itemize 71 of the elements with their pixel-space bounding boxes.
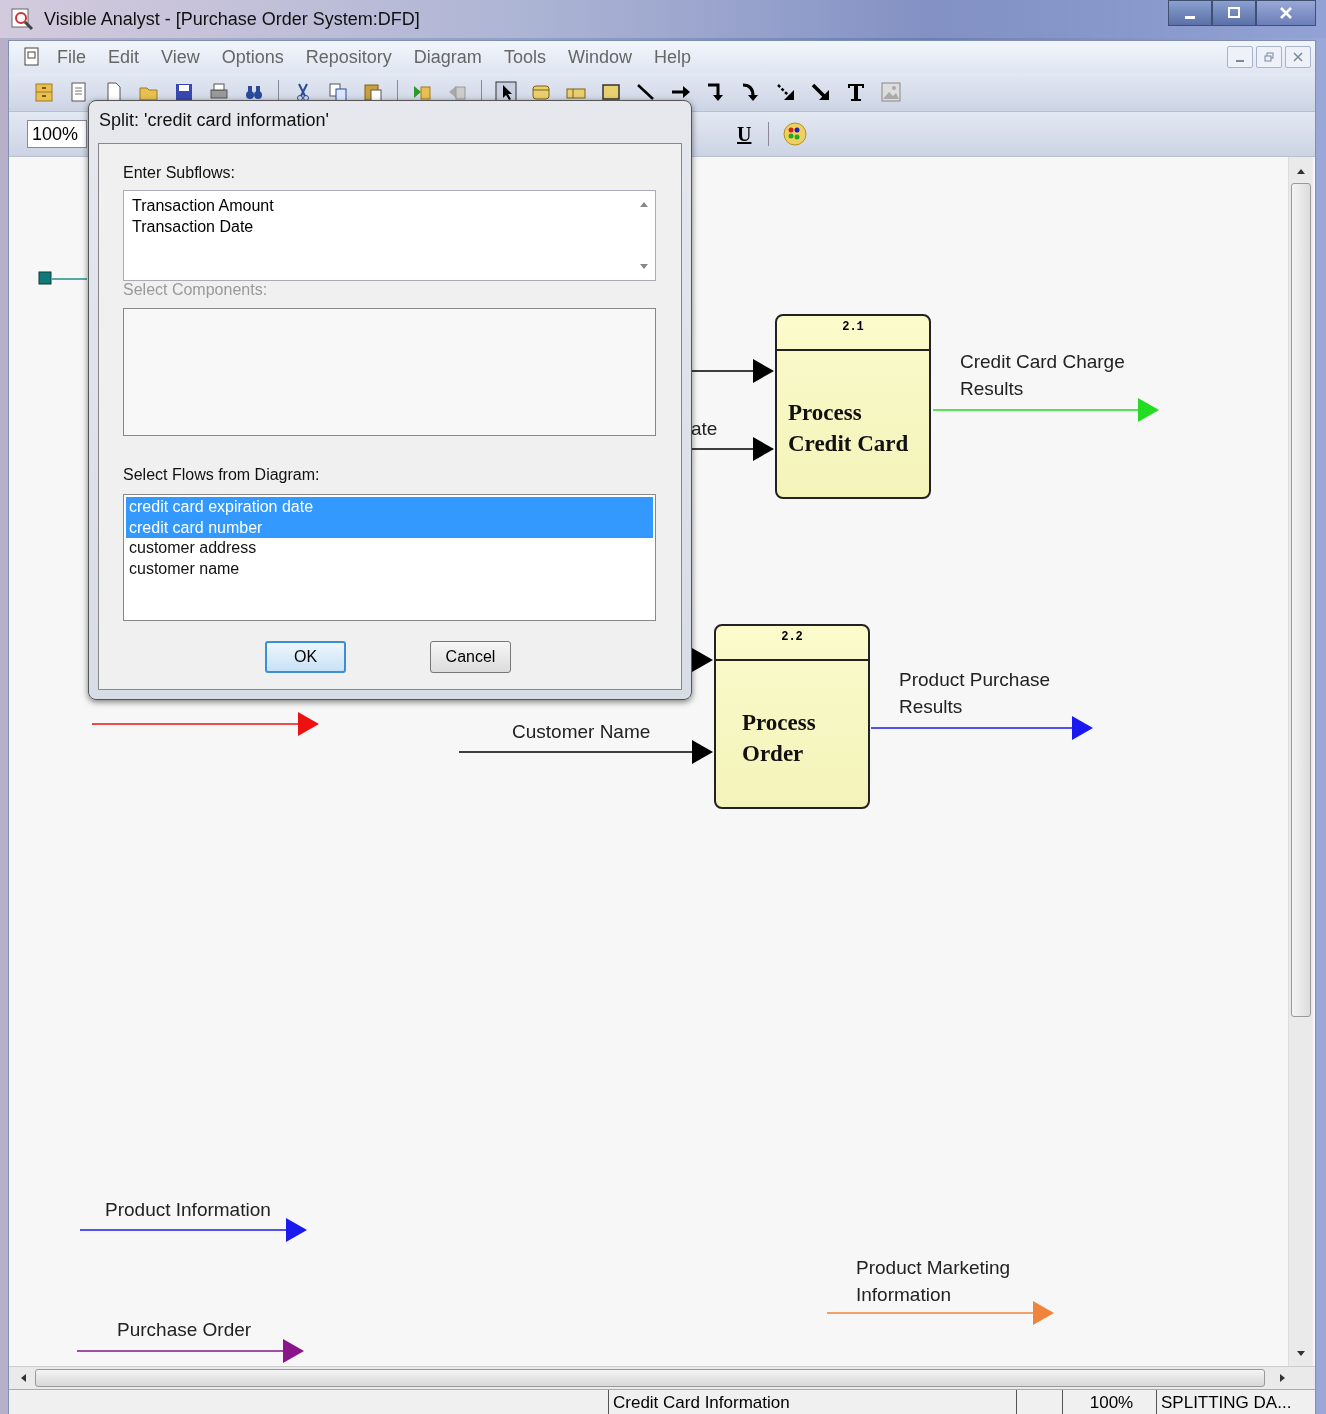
connector-stub-drawing <box>38 271 88 285</box>
scroll-left-icon <box>19 1373 27 1383</box>
scroll-up-icon <box>1296 167 1306 175</box>
list-item[interactable]: customer address <box>126 538 653 559</box>
subflows-field[interactable]: Transaction Amount Transaction Date <box>123 190 656 281</box>
menu-item[interactable]: Repository <box>305 46 392 68</box>
scroll-down-icon <box>1296 1350 1306 1358</box>
text-tool-icon[interactable] <box>845 81 867 103</box>
menu-item[interactable]: Diagram <box>413 46 482 68</box>
menu-item[interactable]: Options <box>221 46 284 68</box>
scroll-up-icon <box>639 201 649 208</box>
flow-label: Credit Card Charge Results <box>960 350 1126 401</box>
cancel-button[interactable]: Cancel <box>430 641 511 673</box>
palette-icon[interactable] <box>782 121 809 147</box>
scroll-right-icon <box>1279 1373 1287 1383</box>
cabinet-icon[interactable] <box>33 81 55 103</box>
document-icon[interactable] <box>23 47 41 67</box>
entity-icon[interactable] <box>600 81 622 103</box>
dashed-arrow-icon[interactable] <box>775 81 797 103</box>
scrollbar-thumb[interactable] <box>35 1369 1265 1387</box>
pointer-icon[interactable] <box>495 81 517 103</box>
minimize-icon <box>1236 60 1244 62</box>
vertical-scrollbar[interactable] <box>1288 157 1313 1366</box>
status-text: SPLITTING DA... <box>1160 1392 1293 1414</box>
maximize-button[interactable] <box>1212 0 1256 26</box>
diagonal-arrow-icon[interactable] <box>810 81 832 103</box>
flow-label: Customer Name <box>512 720 652 744</box>
flow-label: ate <box>691 417 719 441</box>
horizontal-scrollbar[interactable] <box>9 1366 1315 1389</box>
copy-icon[interactable] <box>327 81 349 103</box>
flow-label: Product Information <box>105 1198 272 1222</box>
status-text: 100% <box>1063 1390 1157 1414</box>
zoom-field[interactable]: 100% <box>27 120 87 148</box>
flow-label: Purchase Order <box>117 1318 253 1342</box>
menu-item[interactable]: Tools <box>503 46 546 68</box>
menu-item[interactable]: Window <box>567 46 632 68</box>
restore-icon <box>1264 52 1274 62</box>
ok-button[interactable]: OK <box>265 641 346 673</box>
process-number: 2.1 <box>777 316 929 351</box>
window-title: Visible Analyst - [Purchase Order System:DFD] <box>44 8 420 30</box>
menu-item[interactable]: Help <box>653 46 691 68</box>
paste-icon[interactable] <box>362 81 384 103</box>
list-item[interactable]: credit card expiration date <box>126 497 653 518</box>
scroll-down-icon <box>639 263 649 270</box>
flow-label: Product Purchase Results <box>899 668 1052 719</box>
save-icon[interactable] <box>173 81 195 103</box>
magnifier-icon <box>10 7 34 31</box>
close-icon <box>1279 6 1293 20</box>
menu-item[interactable]: Edit <box>108 46 140 68</box>
flows-list[interactable]: credit card expiration date credit card number customer address customer name <box>123 494 656 621</box>
minimize-icon <box>1185 15 1195 19</box>
dialog-title: Split: 'credit card information' <box>98 109 330 132</box>
field-label: Enter Subflows: <box>123 164 236 183</box>
field-value: Transaction Amount Transaction Date <box>131 196 275 237</box>
flow-label: Product Marketing Information <box>856 1256 1012 1307</box>
maximize-icon <box>1227 6 1241 20</box>
scrollbar-thumb[interactable] <box>1291 183 1311 1017</box>
close-button[interactable] <box>1256 0 1316 26</box>
list-item[interactable]: customer name <box>126 558 653 579</box>
process-number: 2.2 <box>716 626 868 661</box>
field-label: Select Components: <box>123 281 268 300</box>
minimize-button[interactable] <box>1168 0 1212 26</box>
status-text: Credit Card Information <box>609 1390 1017 1414</box>
list-item[interactable]: credit card number <box>126 517 653 538</box>
menu-item[interactable]: View <box>161 46 200 68</box>
field-label: Select Flows from Diagram: <box>123 466 320 485</box>
underline-button[interactable]: U <box>733 122 756 146</box>
menu-item[interactable]: File <box>57 46 86 68</box>
close-icon <box>1293 52 1303 62</box>
process-name: Process Order <box>742 709 817 768</box>
process-name: Process Credit Card <box>788 399 910 458</box>
